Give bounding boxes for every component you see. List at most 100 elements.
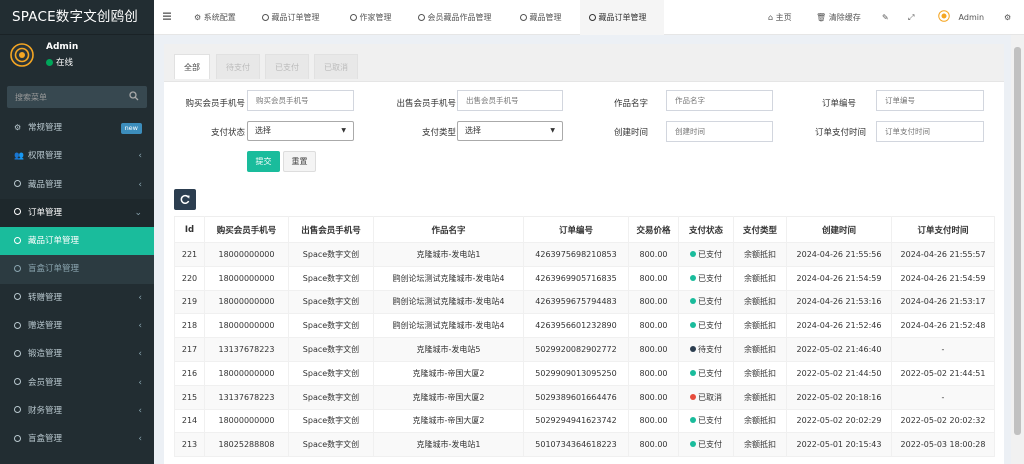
submit-button[interactable]: 提交	[247, 151, 280, 172]
column-header: Id	[174, 216, 205, 243]
column-header: 订单编号	[523, 216, 629, 243]
table-cell: 余额抵扣	[733, 337, 787, 362]
pay-status-label: 支付状态	[210, 128, 245, 138]
table-cell: 2022-05-02 21:44:51	[891, 360, 995, 386]
pay-time-input[interactable]	[876, 121, 984, 142]
menu-search-input[interactable]	[7, 86, 147, 108]
tab-label: 系统配置	[203, 13, 236, 22]
tab-collection-orders[interactable]: 藏品订单管理	[254, 0, 340, 35]
reset-button[interactable]: 重置	[283, 151, 316, 172]
table-cell: 余额抵扣	[733, 289, 787, 315]
menu-toggle-icon[interactable]	[162, 11, 172, 21]
tab-label: 藏品管理	[529, 13, 562, 22]
refresh-icon	[180, 194, 190, 204]
status-dot-icon	[690, 369, 696, 376]
translate-button[interactable]: ✎	[882, 0, 889, 35]
sidebar-item-transfer[interactable]: 转赠管理 ‹	[0, 284, 154, 312]
table-cell: 2022-05-02 20:18:16	[786, 384, 892, 410]
status-badge: 待支付	[698, 345, 722, 355]
create-time-input[interactable]	[666, 121, 773, 142]
sidebar-item-orders[interactable]: 订单管理 ⌄	[0, 198, 154, 228]
user-status: 在线	[46, 56, 73, 68]
table-row[interactable]: 214 18000000000 Space数字文创 克隆城市-帝国大厦2 5029294…	[174, 408, 995, 434]
table-row[interactable]: 213 18025288808 Space数字文创 克隆城市-发电站1 50107343…	[174, 432, 995, 458]
table-cell: 18000000000	[204, 265, 289, 291]
table-row[interactable]: 216 18000000000 Space数字文创 克隆城市-帝国大厦2 5029909…	[174, 360, 995, 386]
sidebar-item-gift[interactable]: 赠送管理 ‹	[0, 312, 154, 340]
circle-icon	[14, 255, 24, 283]
table-cell: 18000000000	[204, 408, 289, 434]
sidebar-item-forge[interactable]: 锻造管理 ‹	[0, 340, 154, 368]
refresh-button[interactable]	[174, 189, 196, 210]
table-cell: 215	[174, 384, 205, 410]
circle-icon	[14, 425, 24, 453]
seller-phone-input[interactable]	[457, 90, 563, 111]
buyer-phone-input[interactable]	[247, 90, 354, 111]
table-cell: 克隆城市-帝国大厦2	[373, 384, 524, 410]
settings-button[interactable]: ⚙	[1004, 0, 1011, 35]
tab-system-config[interactable]: ⚙ 系统配置	[186, 0, 250, 35]
search-icon[interactable]	[129, 91, 139, 101]
table-cell: 克隆城市-发电站1	[373, 242, 524, 267]
column-header: 创建时间	[786, 216, 892, 243]
table-row[interactable]: 215 13137678223 Space数字文创 克隆城市-帝国大厦2 5029389…	[174, 384, 995, 410]
user-name: Admin	[46, 42, 79, 52]
table-cell: 2022-05-02 21:44:50	[786, 360, 892, 386]
status-badge: 已支付	[698, 321, 722, 331]
sidebar-item-collection[interactable]: 藏品管理 ‹	[0, 171, 154, 199]
circle-icon	[589, 13, 596, 21]
circle-icon	[418, 13, 425, 21]
seller-phone-label: 出售会员手机号	[396, 99, 456, 109]
tab-collections[interactable]: 藏品管理	[512, 0, 578, 35]
work-name-input[interactable]	[666, 90, 773, 111]
sidebar-item-general[interactable]: ⚙ 常规管理 new	[0, 114, 154, 142]
clear-cache-button[interactable]: 🗑 清除缓存	[816, 0, 861, 35]
pay-type-label: 支付类型	[421, 128, 456, 138]
table-row[interactable]: 220 18000000000 Space数字文创 鸥创论坛测试克隆城市-发电站4 42…	[174, 265, 995, 291]
tab-collection-orders-active[interactable]: 藏品订单管理	[580, 0, 664, 35]
home-link[interactable]: ⌂ 主页	[768, 0, 792, 35]
caret-down-icon: ▼	[341, 127, 346, 134]
table-cell: 克隆城市-发电站5	[373, 337, 524, 362]
users-icon: 👥	[14, 151, 24, 161]
fullscreen-icon: ⤢	[908, 13, 915, 22]
sidebar-item-collection-orders[interactable]: 藏品订单管理	[0, 227, 154, 256]
table-cell: 217	[174, 337, 205, 362]
table-cell: 克隆城市-帝国大厦2	[373, 408, 524, 434]
pay-status-select[interactable]: 选择 ▼	[247, 121, 354, 141]
table-cell: 5029909013095250	[523, 360, 629, 386]
table-row[interactable]: 219 18000000000 Space数字文创 鸥创论坛测试克隆城市-发电站4 42…	[174, 289, 995, 315]
sidebar-item-label: 盲盒管理	[28, 434, 63, 445]
brand-title[interactable]: SPACE数字文创鸥创	[0, 0, 154, 35]
table-row[interactable]: 218 18000000000 Space数字文创 鸥创论坛测试克隆城市-发电站4 42…	[174, 313, 995, 339]
sidebar-item-members[interactable]: 会员管理 ‹	[0, 369, 154, 397]
tab-pending[interactable]: 待支付	[216, 54, 260, 79]
status-dot-icon	[690, 274, 696, 281]
order-no-label: 订单编号	[821, 99, 856, 109]
tab-member-works[interactable]: 会员藏品作品管理	[410, 0, 510, 35]
order-no-input[interactable]	[876, 90, 984, 111]
admin-menu[interactable]: Admin	[938, 0, 984, 35]
pay-type-select[interactable]: 选择 ▼	[457, 121, 563, 141]
tab-cancelled[interactable]: 已取消	[314, 54, 358, 79]
column-header: 作品名字	[373, 216, 524, 243]
table-cell: 800.00	[628, 313, 679, 339]
table-cell: Space数字文创	[288, 360, 374, 386]
table-row[interactable]: 217 13137678223 Space数字文创 克隆城市-发电站5 50299200…	[174, 337, 995, 362]
top-navbar: ⚙ 系统配置 藏品订单管理 作家管理 会员藏品作品管理 藏品管理 藏品订单管理 …	[154, 0, 1024, 35]
scrollbar-thumb[interactable]	[1014, 47, 1021, 435]
status-text: 在线	[56, 58, 74, 68]
tab-authors[interactable]: 作家管理	[342, 0, 408, 35]
tab-paid[interactable]: 已支付	[265, 54, 309, 79]
page-scrollbar[interactable]	[1011, 35, 1024, 464]
tab-all[interactable]: 全部	[174, 54, 210, 79]
sidebar-item-permission[interactable]: 👥 权限管理 ‹	[0, 142, 154, 170]
sidebar-item-blindbox[interactable]: 盲盒管理 ‹	[0, 425, 154, 453]
fullscreen-button[interactable]: ⤢	[908, 0, 914, 35]
buyer-phone-label: 购买会员手机号	[185, 99, 245, 109]
table-row[interactable]: 221 18000000000 Space数字文创 克隆城市-发电站1 42639756…	[174, 242, 995, 267]
sidebar-item-finance[interactable]: 财务管理 ‹	[0, 397, 154, 425]
sidebar-item-blindbox-orders[interactable]: 盲盒订单管理	[0, 255, 154, 284]
table-cell: 13137678223	[204, 337, 289, 362]
table-cell: 余额抵扣	[733, 432, 787, 458]
